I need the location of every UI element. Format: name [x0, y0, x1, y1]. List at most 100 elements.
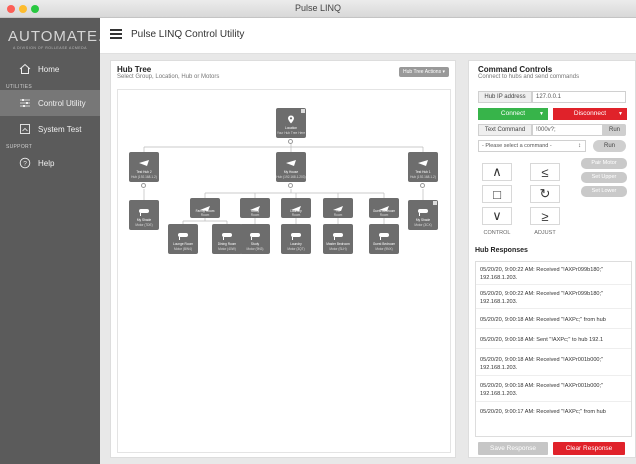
response-line: 192.168.1.203. [480, 365, 518, 371]
expand-icon[interactable] [288, 183, 293, 188]
disconnect-button[interactable]: Disconnect ▼ [553, 108, 627, 120]
node-sub: Motor (3QT) [287, 247, 305, 251]
tree-node-room[interactable]: Family Room Room [190, 198, 220, 218]
menu-icon[interactable] [110, 29, 122, 39]
tree-node-room[interactable]: Study Room [240, 198, 270, 218]
sidebar-item-help[interactable]: ? Help [0, 150, 100, 176]
pair-motor-button[interactable]: Pair Motor [581, 158, 627, 169]
app-header: Pulse LINQ Control Utility [100, 18, 636, 54]
clear-response-button[interactable]: Clear Response [553, 442, 625, 455]
disconnect-label: Disconnect [573, 110, 607, 117]
tree-node-motor[interactable]: My Shade Motor (3CX) [408, 200, 438, 230]
brand-logo: AUTOMATE. A DIVISION OF ROLLEASE ACMEDA [8, 28, 102, 50]
response-line: 192.168.1.203. [480, 299, 518, 305]
hub-ip-input[interactable]: 127.0.0.1 [532, 91, 626, 103]
tree-node-hub[interactable]: Test Hub 1 Hub (192.168.1.2) [408, 152, 438, 182]
home-icon [18, 62, 32, 76]
location-pin-icon [285, 112, 297, 124]
tree-node-motor[interactable]: Laundry Motor (3QT) [281, 224, 311, 254]
node-label: Test Hub 1 [415, 170, 431, 174]
up-arrow-icon[interactable]: ∧ [482, 163, 512, 181]
response-line: 05/20/20, 9:00:18 AM: Received "!AXPc;" … [480, 317, 606, 323]
expand-icon[interactable] [141, 183, 146, 188]
svg-text:?: ? [23, 160, 27, 167]
text-command-input[interactable]: !000v?; [532, 124, 603, 136]
tree-node-hub[interactable]: My House Hub (192.168.1.203) [276, 152, 306, 182]
node-label: Test Hub 2 [136, 170, 152, 174]
sidebar-item-label: System Test [38, 124, 82, 134]
hub-tree-actions-button[interactable]: Hub Tree Actions ▾ [399, 67, 449, 77]
hub-responses-list[interactable]: 05/20/20, 9:00:22 AM: Received "!AXPr099… [475, 261, 632, 437]
tree-node-room[interactable]: Laundry Room [281, 198, 311, 218]
shade-motor-icon [249, 228, 261, 240]
hub-icon [285, 156, 297, 166]
command-select[interactable]: - Please select a command - ↕ [478, 140, 586, 152]
refresh-icon[interactable]: ↻ [530, 185, 560, 203]
node-sub: Motor (40W) [218, 247, 236, 251]
tree-node-motor[interactable]: Dining Room Motor (40W) [212, 224, 242, 254]
edit-icon[interactable] [301, 109, 305, 113]
page-title: Pulse LINQ Control Utility [131, 29, 245, 40]
node-label: My House [283, 170, 299, 174]
node-sub: Motor (7DE) [135, 223, 153, 227]
sidebar-item-control-utility[interactable]: Control Utility [0, 90, 100, 116]
stop-icon[interactable]: □ [482, 185, 512, 203]
edit-icon[interactable] [433, 201, 437, 205]
node-sub: Motor (3CX) [414, 223, 432, 227]
node-label: My Shade [136, 218, 152, 222]
node-sub: Room [250, 213, 260, 217]
tree-node-motor[interactable]: Master Bedroom Motor (SLH) [323, 224, 353, 254]
logo-tagline: A DIVISION OF ROLLEASE ACMEDA [12, 46, 88, 50]
sidebar-item-label: Control Utility [38, 98, 86, 108]
command-subtitle: Connect to hubs and send commands [478, 74, 580, 80]
system-test-icon [18, 122, 32, 136]
sidebar: AUTOMATE. A DIVISION OF ROLLEASE ACMEDA … [0, 18, 102, 464]
response-line: 05/20/20, 9:00:18 AM: Sent "!AXPc;" to h… [480, 337, 604, 343]
hub-tree-panel: Hub Tree Select Group, Location, Hub or … [110, 60, 456, 458]
run-select-command-button[interactable]: Run [593, 140, 626, 152]
sidebar-item-system-test[interactable]: System Test [0, 116, 100, 142]
node-sub: Hub (192.168.1.2) [410, 175, 436, 179]
save-response-button[interactable]: Save Response [478, 442, 548, 455]
tree-node-motor[interactable]: Lounge Room Motor (BW4) [168, 224, 198, 254]
set-upper-button[interactable]: Set Upper [581, 172, 627, 183]
tree-node-motor[interactable]: Guest Bedroom Motor (9NX) [369, 224, 399, 254]
tree-node-room[interactable]: TV Room [323, 198, 353, 218]
command-select-value: - Please select a command - [482, 143, 552, 149]
run-text-command-button[interactable]: Run [603, 124, 626, 136]
node-sub: Room [200, 213, 210, 217]
node-sub: Motor (BW4) [173, 247, 193, 251]
node-label: Master Bedroom [326, 242, 350, 246]
node-label: My Shade [415, 218, 431, 222]
node-sub: Motor (9N3) [246, 247, 264, 251]
set-lower-button[interactable]: Set Lower [581, 186, 627, 197]
connect-button[interactable]: Connect ▼ [478, 108, 548, 120]
hub-tree-subtitle: Select Group, Location, Hub or Motors [117, 74, 220, 80]
chevron-down-icon: ▼ [539, 111, 544, 117]
window-title: Pulse LINQ [294, 3, 342, 13]
expand-icon[interactable] [420, 183, 425, 188]
command-title: Command Controls [478, 65, 553, 74]
tree-node-motor[interactable]: My Shade Motor (7DE) [129, 200, 159, 230]
tree-node-location[interactable]: Location Your Hub Tree Here [276, 108, 306, 138]
response-line: 05/20/20, 9:00:22 AM: Received "!AXPr099… [480, 291, 604, 297]
hub-icon [417, 156, 429, 166]
sidebar-item-home[interactable]: Home [0, 56, 100, 82]
divider [476, 401, 631, 402]
shade-motor-icon [290, 228, 302, 240]
tree-node-room[interactable]: Guest Bedroom Room [369, 198, 399, 218]
tree-node-hub[interactable]: Test Hub 2 Hub (192.168.1.2) [129, 152, 159, 182]
tree-connectors [143, 139, 424, 224]
move-to-lower-icon[interactable]: ≥ [530, 207, 560, 225]
response-line: 05/20/20, 9:00:22 AM: Received "!AXPr099… [480, 267, 604, 273]
response-line: 192.168.1.203. [480, 391, 518, 397]
hub-responses-title: Hub Responses [475, 247, 528, 254]
node-sub: Room [333, 213, 343, 217]
move-to-upper-icon[interactable]: ≤ [530, 163, 560, 181]
down-arrow-icon[interactable]: ∨ [482, 207, 512, 225]
node-sub: Motor (SLH) [329, 247, 347, 251]
expand-icon[interactable] [288, 139, 293, 144]
shade-motor-icon [221, 228, 233, 240]
tree-node-motor[interactable]: Study Motor (9N3) [240, 224, 270, 254]
divider [476, 348, 631, 349]
